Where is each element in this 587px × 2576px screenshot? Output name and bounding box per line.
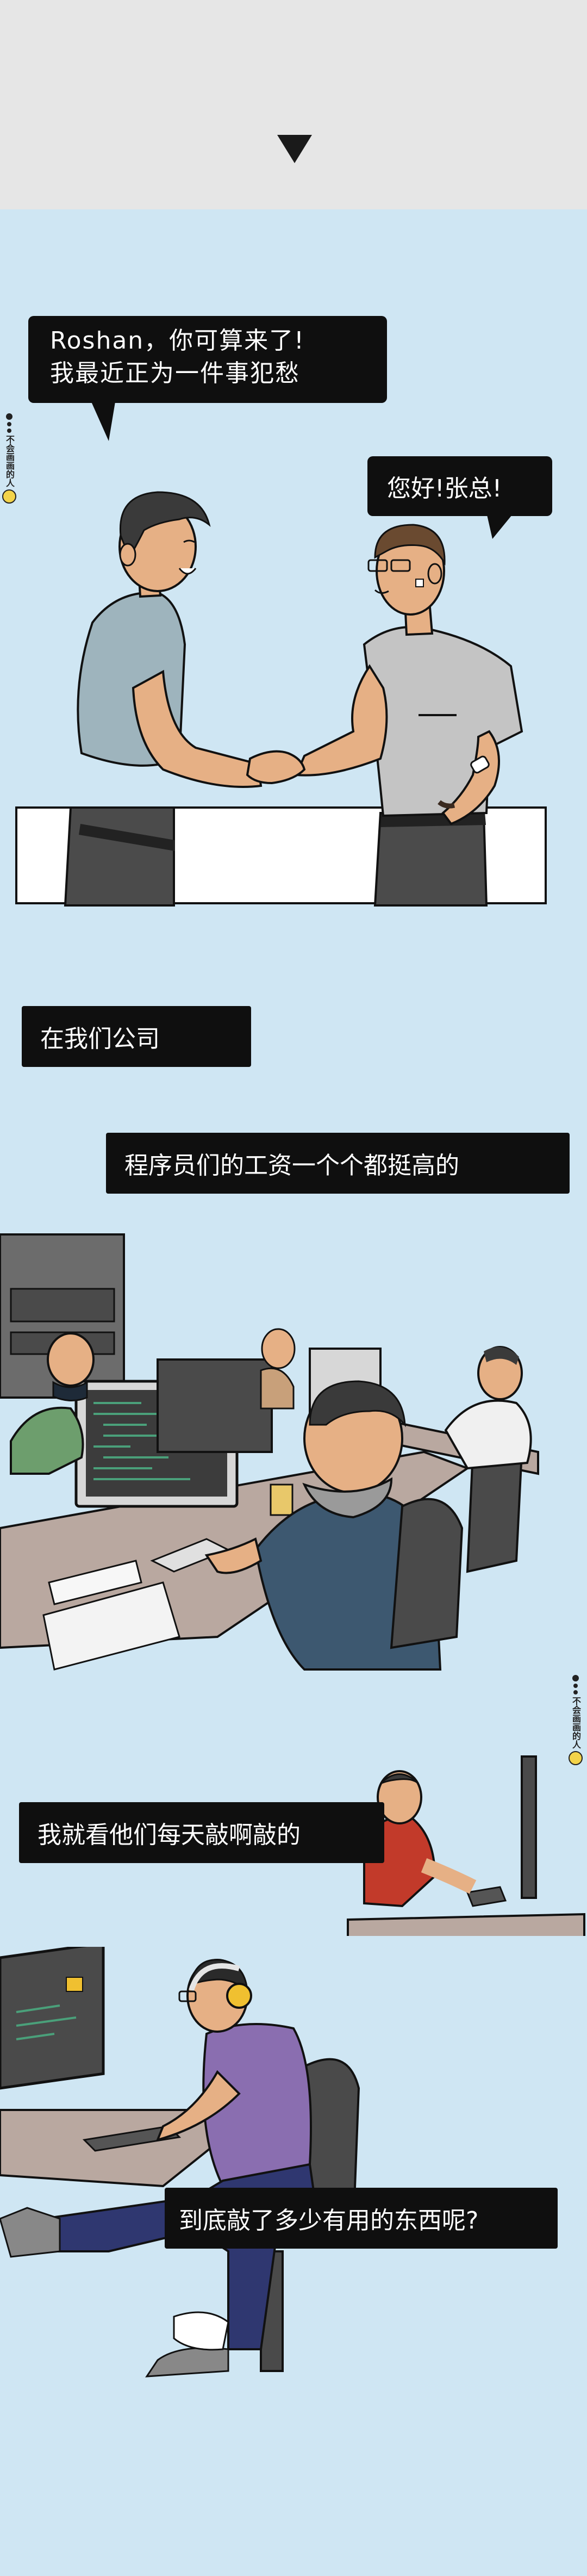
office-scene bbox=[0, 1233, 539, 1671]
caption-high-salaries: 程序员们的工资一个个都挺高的 bbox=[106, 1133, 570, 1194]
caption-text-1: 在我们公司 bbox=[40, 1025, 160, 1053]
top-band bbox=[0, 0, 587, 209]
caption-our-company: 在我们公司 bbox=[22, 1006, 251, 1067]
caption-text-3: 我就看他们每天敲啊敲的 bbox=[38, 1821, 301, 1849]
caption-text-2: 程序员们的工资一个个都挺高的 bbox=[124, 1152, 459, 1180]
down-arrow-icon bbox=[277, 135, 312, 163]
caption-text-4: 到底敲了多少有用的东西呢? bbox=[179, 2207, 479, 2234]
scene-handshake: 不会画画的人 Roshan，你可算来了! 我最近正为一件事犯愁 您好!张总! bbox=[0, 209, 587, 916]
handshake-hands bbox=[246, 750, 306, 785]
caption-typing-everyday: 我就看他们每天敲啊敲的 bbox=[19, 1802, 384, 1863]
caption-useful-output: 到底敲了多少有用的东西呢? bbox=[165, 2188, 558, 2249]
